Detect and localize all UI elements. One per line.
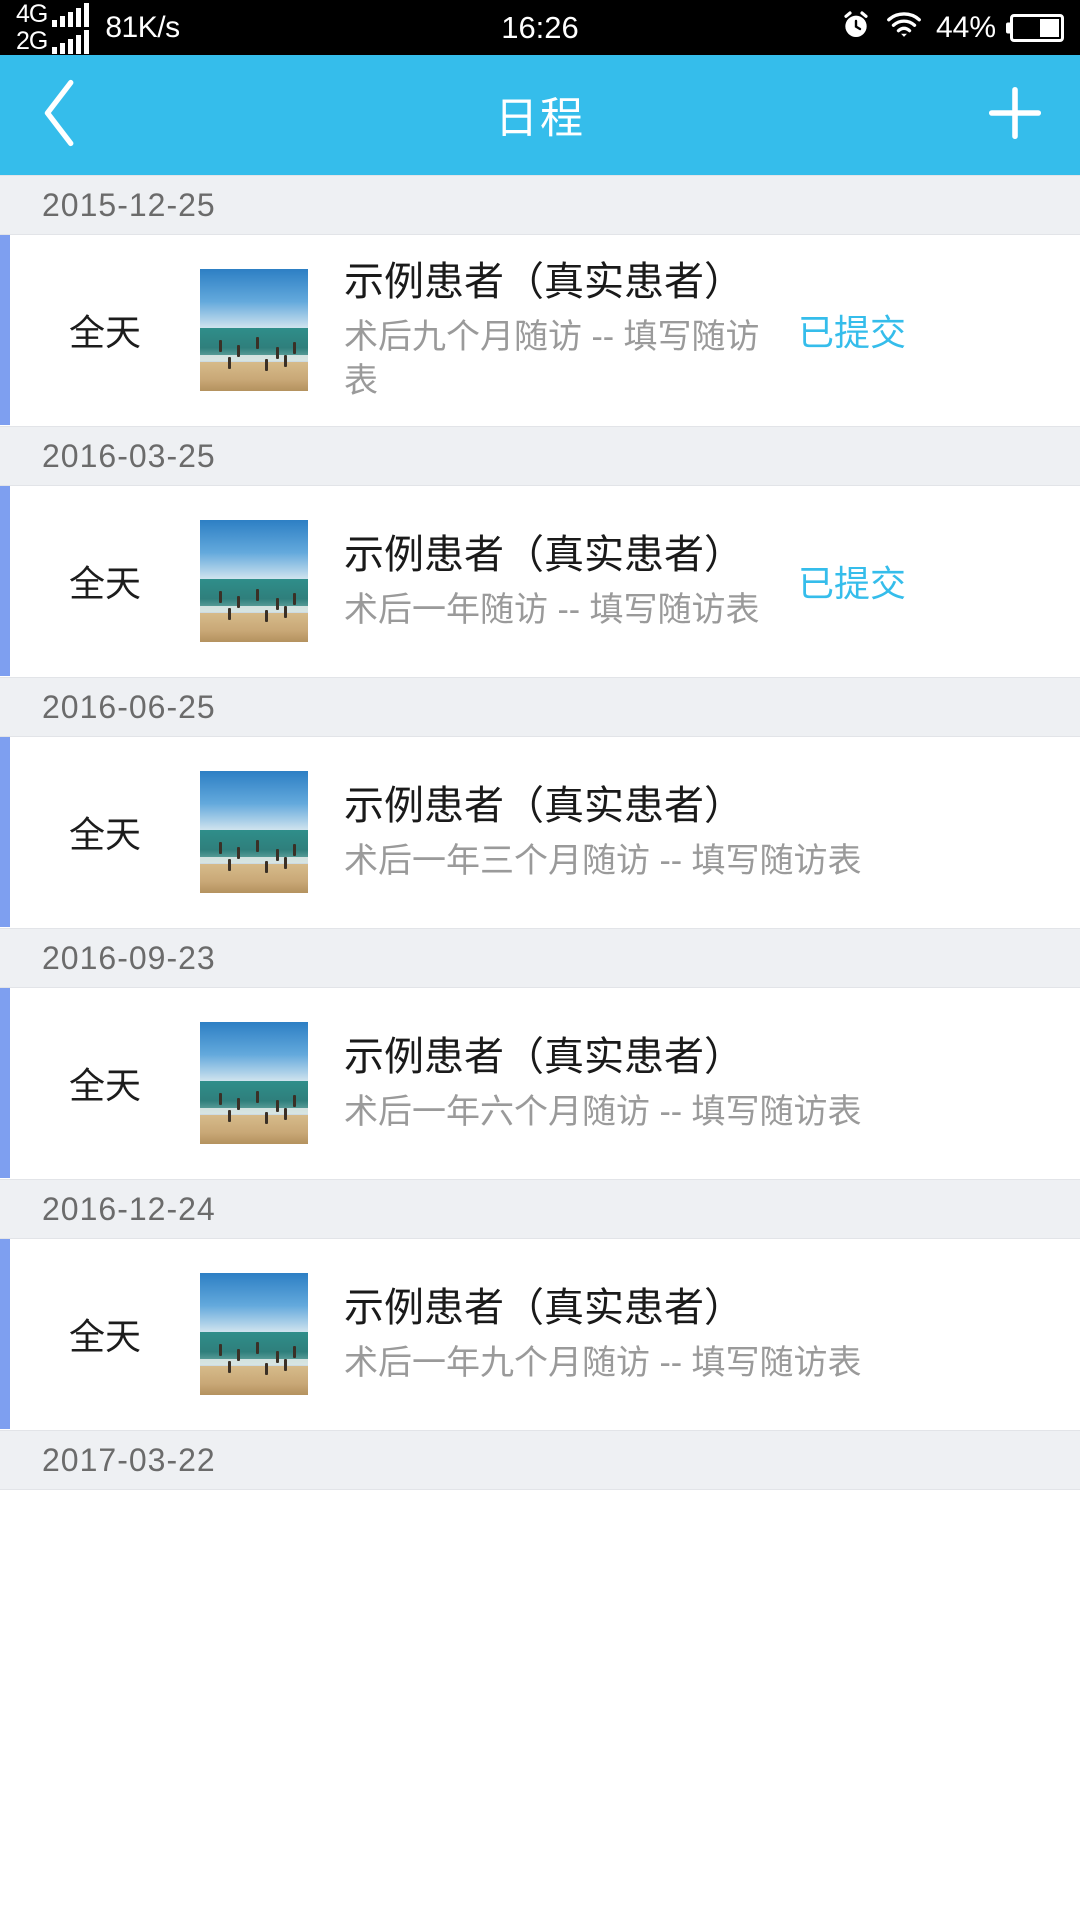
date-section-header: 2015-12-25 (0, 175, 1080, 235)
event-content: 全天 示例患者（真实患者） 术后一年六个月随访 -- 填写随访表 (10, 988, 1080, 1178)
back-button[interactable] (0, 55, 120, 175)
event-text-block: 示例患者（真实患者） 术后九个月随访 -- 填写随访表 (344, 257, 784, 403)
event-subtitle: 术后一年三个月随访 -- 填写随访表 (344, 842, 862, 881)
battery-icon (1010, 13, 1064, 42)
event-content: 全天 示例患者（真实患者） 术后一年九个月随访 -- 填写随访表 (10, 1239, 1080, 1429)
event-content: 全天 示例患者（真实患者） 术后一年三个月随访 -- 填写随访表 (10, 737, 1080, 927)
patient-thumbnail-image (200, 520, 308, 643)
date-section-header: 2016-09-23 (0, 928, 1080, 989)
wifi-icon (886, 10, 922, 45)
event-title: 示例患者（真实患者） (344, 783, 744, 828)
event-accent-bar (0, 988, 10, 1179)
status-bar: 4G 2G 81K/s 16:26 44% (0, 0, 1080, 55)
chevron-left-icon (38, 79, 82, 152)
status-badge: 已提交 (798, 563, 907, 605)
event-text-block: 示例患者（真实患者） 术后一年九个月随访 -- 填写随访表 (344, 1283, 1038, 1386)
status-bar-right: 44% (840, 9, 1064, 46)
date-section-header: 2016-03-25 (0, 426, 1080, 487)
event-text-block: 示例患者（真实患者） 术后一年随访 -- 填写随访表 (344, 530, 784, 633)
event-accent-bar (0, 737, 10, 928)
schedule-event-row[interactable]: 全天 示例患者（真实患者） 术后一年随访 -- 填写随访表 已提交 (0, 486, 1080, 678)
alarm-clock-icon (840, 9, 872, 46)
patient-thumbnail-image (200, 771, 308, 894)
patient-thumbnail-image (200, 1022, 308, 1145)
battery-percent-label: 44% (935, 10, 996, 44)
event-title: 示例患者（真实患者） (344, 532, 744, 577)
schedule-event-row[interactable]: 全天 示例患者（真实患者） 术后一年九个月随访 -- 填写随访表 (0, 1239, 1080, 1431)
add-event-button[interactable] (950, 55, 1080, 175)
schedule-event-row[interactable]: 全天 示例患者（真实患者） 术后一年六个月随访 -- 填写随访表 (0, 988, 1080, 1180)
page-title: 日程 (495, 95, 585, 143)
event-title: 示例患者（真实患者） (344, 1285, 744, 1330)
event-time-label: 全天 (68, 563, 141, 605)
schedule-event-row[interactable]: 全天 示例患者（真实患者） 术后一年三个月随访 -- 填写随访表 (0, 737, 1080, 929)
event-accent-bar (0, 235, 10, 426)
event-time-label: 全天 (68, 1316, 141, 1358)
status-badge: 已提交 (798, 312, 907, 354)
event-subtitle: 术后九个月随访 -- 填写随访表 (344, 318, 760, 400)
event-accent-bar (0, 486, 10, 677)
patient-thumbnail-image (200, 1273, 308, 1396)
event-content: 全天 示例患者（真实患者） 术后一年随访 -- 填写随访表 已提交 (10, 486, 1080, 676)
patient-thumbnail-image (200, 269, 308, 392)
date-section-header: 2016-12-24 (0, 1179, 1080, 1240)
event-time-label: 全天 (68, 814, 141, 856)
schedule-list[interactable]: 2015-12-25 全天 示例患者（真实患者） 术后九个月随访 -- 填写随访表 已提… (0, 175, 1080, 1491)
plus-icon (984, 82, 1046, 149)
date-section-header: 2017-03-22 (0, 1430, 1080, 1491)
event-accent-bar (0, 1239, 10, 1430)
event-text-block: 示例患者（真实患者） 术后一年三个月随访 -- 填写随访表 (344, 781, 1038, 884)
event-title: 示例患者（真实患者） (344, 260, 744, 304)
event-time-label: 全天 (68, 312, 141, 354)
event-subtitle: 术后一年九个月随访 -- 填写随访表 (344, 1344, 862, 1383)
event-time-label: 全天 (68, 1065, 141, 1107)
event-title: 示例患者（真实患者） (344, 1034, 744, 1079)
event-subtitle: 术后一年随访 -- 填写随访表 (344, 591, 760, 630)
schedule-event-row[interactable]: 全天 示例患者（真实患者） 术后九个月随访 -- 填写随访表 已提交 (0, 235, 1080, 427)
event-subtitle: 术后一年六个月随访 -- 填写随访表 (344, 1093, 862, 1132)
event-content: 全天 示例患者（真实患者） 术后九个月随访 -- 填写随访表 已提交 (10, 235, 1080, 425)
app-header: 日程 (0, 55, 1080, 175)
event-text-block: 示例患者（真实患者） 术后一年六个月随访 -- 填写随访表 (344, 1032, 1038, 1135)
date-section-header: 2016-06-25 (0, 677, 1080, 738)
